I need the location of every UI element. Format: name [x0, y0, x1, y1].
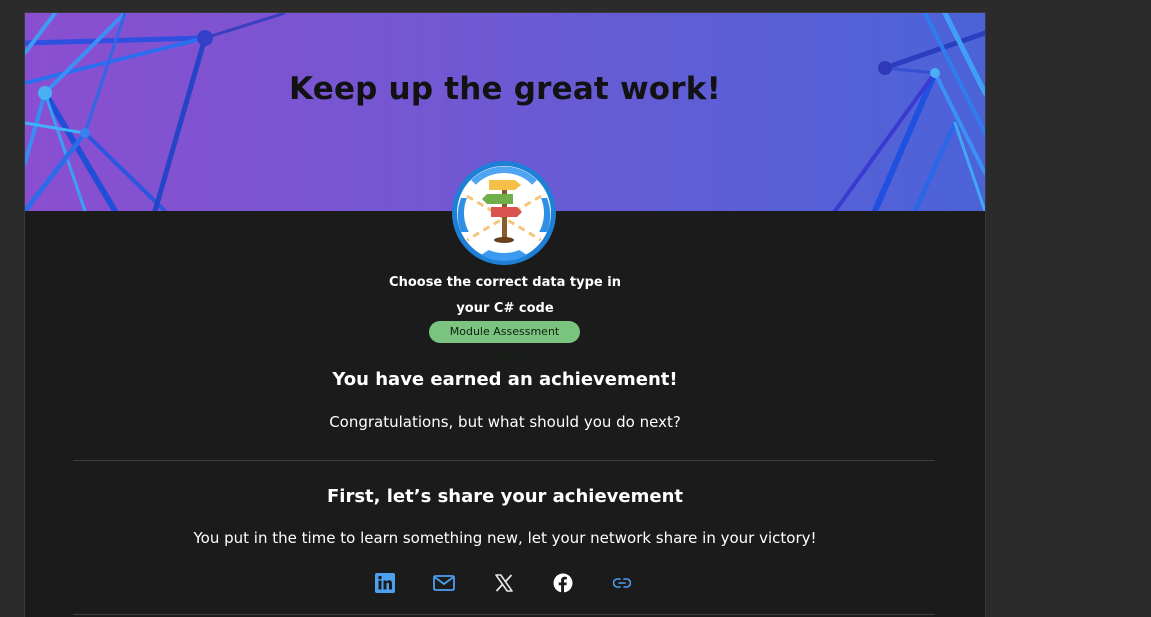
linkedin-icon[interactable] [373, 571, 397, 595]
network-decoration-right [833, 13, 985, 211]
divider [73, 460, 935, 461]
email-icon[interactable] [432, 571, 456, 595]
x-icon[interactable] [492, 571, 516, 595]
banner-title: Keep up the great work! [289, 71, 721, 107]
divider-bottom [73, 614, 935, 615]
signpost-icon [452, 161, 556, 265]
share-icons [25, 571, 985, 595]
achievement-dialog: Keep up the great work! Choose the corre… [25, 13, 985, 617]
achievement-heading: You have earned an achievement! [332, 369, 678, 390]
module-title-line2: your C# code [456, 301, 554, 316]
status-badge: Module Assessment Passed [429, 321, 580, 360]
module-title-line1: Choose the correct data type in [389, 275, 621, 290]
facebook-icon[interactable] [551, 571, 575, 595]
share-text: You put in the time to learn something n… [193, 529, 817, 547]
achievement-text: Congratulations, but what should you do … [329, 413, 681, 431]
share-heading: First, let’s share your achievement [327, 486, 683, 507]
link-icon[interactable] [610, 571, 634, 595]
module-title: Choose the correct data type in your C# … [355, 270, 655, 322]
network-decoration-left [25, 13, 285, 211]
module-badge [451, 160, 557, 266]
